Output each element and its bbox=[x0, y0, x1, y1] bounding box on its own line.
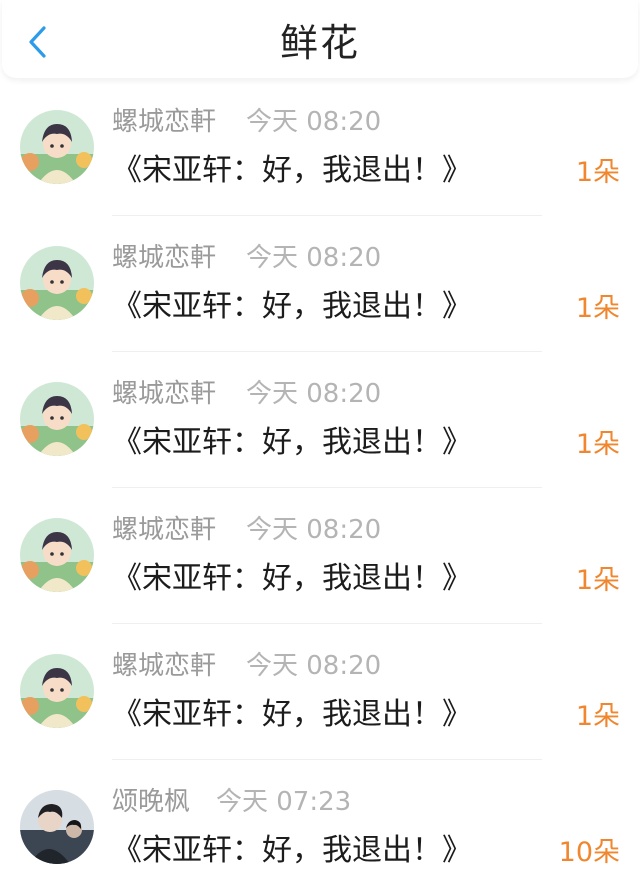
book-title[interactable]: 《宋亚轩：好，我退出！》 bbox=[112, 288, 472, 326]
book-title[interactable]: 《宋亚轩：好，我退出！》 bbox=[112, 560, 472, 598]
photo-avatar[interactable] bbox=[20, 790, 94, 864]
send-time: 今天 08:20 bbox=[246, 107, 382, 137]
book-title[interactable]: 《宋亚轩：好，我退出！》 bbox=[112, 696, 472, 734]
sender-name[interactable]: 螺城恋軒 bbox=[112, 106, 216, 138]
book-title[interactable]: 《宋亚轩：好，我退出！》 bbox=[112, 424, 472, 462]
flower-count: 1朵 bbox=[575, 157, 620, 188]
sender-name[interactable]: 螺城恋軒 bbox=[112, 514, 216, 546]
send-time: 今天 08:20 bbox=[246, 651, 382, 681]
sender-name[interactable]: 螺城恋軒 bbox=[112, 378, 216, 410]
flower-count: 10朵 bbox=[558, 837, 620, 868]
list-item[interactable]: 螺城恋軒 今天 08:20 《宋亚轩：好，我退出！》 1朵 bbox=[0, 488, 640, 624]
book-title[interactable]: 《宋亚轩：好，我退出！》 bbox=[112, 152, 472, 190]
list-item[interactable]: 螺城恋軒 今天 08:20 《宋亚轩：好，我退出！》 1朵 bbox=[0, 80, 640, 216]
page-title: 鲜花 bbox=[279, 21, 360, 65]
sender-name[interactable]: 螺城恋軒 bbox=[112, 650, 216, 682]
sender-name[interactable]: 颂晚枫 bbox=[112, 786, 190, 818]
send-time: 今天 08:20 bbox=[246, 243, 382, 273]
cartoon-boy-avatar[interactable] bbox=[20, 246, 94, 320]
flower-count: 1朵 bbox=[575, 293, 620, 324]
book-title[interactable]: 《宋亚轩：好，我退出！》 bbox=[112, 832, 472, 870]
flower-count: 1朵 bbox=[575, 701, 620, 732]
cartoon-boy-avatar[interactable] bbox=[20, 382, 94, 456]
sender-name[interactable]: 螺城恋軒 bbox=[112, 242, 216, 274]
send-time: 今天 08:20 bbox=[246, 515, 382, 545]
send-time: 今天 08:20 bbox=[246, 379, 382, 409]
cartoon-boy-avatar[interactable] bbox=[20, 654, 94, 728]
flower-count: 1朵 bbox=[575, 429, 620, 460]
list-item[interactable]: 螺城恋軒 今天 08:20 《宋亚轩：好，我退出！》 1朵 bbox=[0, 216, 640, 352]
list-item[interactable]: 颂晚枫 今天 07:23 《宋亚轩：好，我退出！》 10朵 bbox=[0, 760, 640, 896]
cartoon-boy-avatar[interactable] bbox=[20, 110, 94, 184]
flower-count: 1朵 bbox=[575, 565, 620, 596]
cartoon-boy-avatar[interactable] bbox=[20, 518, 94, 592]
top-nav-bar: 鲜花 bbox=[2, 0, 638, 78]
list-item[interactable]: 螺城恋軒 今天 08:20 《宋亚轩：好，我退出！》 1朵 bbox=[0, 624, 640, 760]
send-time: 今天 07:23 bbox=[216, 787, 352, 817]
list-item[interactable]: 螺城恋軒 今天 08:20 《宋亚轩：好，我退出！》 1朵 bbox=[0, 352, 640, 488]
